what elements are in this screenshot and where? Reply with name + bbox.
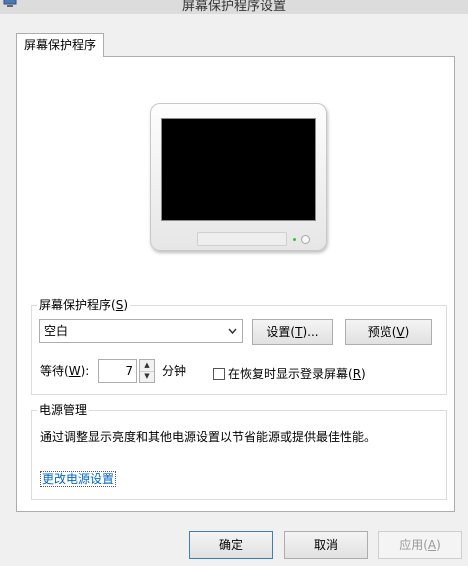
ok-button[interactable]: 确定 [189, 531, 273, 559]
change-power-settings-link[interactable]: 更改电源设置 [40, 471, 117, 487]
triangle-down-icon[interactable]: ▼ [140, 371, 154, 382]
screensaver-group-title: 屏幕保护程序(S) [37, 298, 130, 312]
cancel-button[interactable]: 取消 [284, 531, 368, 559]
power-group-title: 电源管理 [37, 403, 90, 417]
power-led-icon [293, 238, 296, 241]
wait-label: 等待(W): [40, 364, 90, 378]
power-button-icon [301, 235, 310, 244]
monitor-bezel-panel [197, 232, 287, 246]
screensaver-select[interactable]: 空白 [39, 319, 243, 343]
monitor-preview [150, 103, 327, 251]
wait-minutes-input[interactable]: 7 [98, 359, 137, 383]
monitor-screen [161, 118, 316, 221]
title-bar: 屏幕保护程序设置 [0, 0, 468, 14]
resume-login-checkbox[interactable] [213, 368, 225, 380]
wait-unit-label: 分钟 [162, 364, 187, 378]
chevron-down-icon [228, 320, 237, 350]
settings-button[interactable]: 设置(T)... [252, 319, 333, 345]
resume-login-label[interactable]: 在恢复时显示登录屏幕(R) [228, 367, 366, 381]
apply-button: 应用(A) [378, 531, 462, 559]
preview-button[interactable]: 预览(V) [345, 319, 432, 345]
power-description: 通过调整显示亮度和其他电源设置以节省能源或提供最佳性能。 [40, 430, 377, 444]
window-title: 屏幕保护程序设置 [181, 0, 286, 14]
wait-minutes-stepper[interactable]: ▲ ▼ [139, 359, 155, 383]
tab-screensaver[interactable]: 屏幕保护程序 [16, 33, 104, 57]
screensaver-select-value: 空白 [44, 324, 69, 338]
